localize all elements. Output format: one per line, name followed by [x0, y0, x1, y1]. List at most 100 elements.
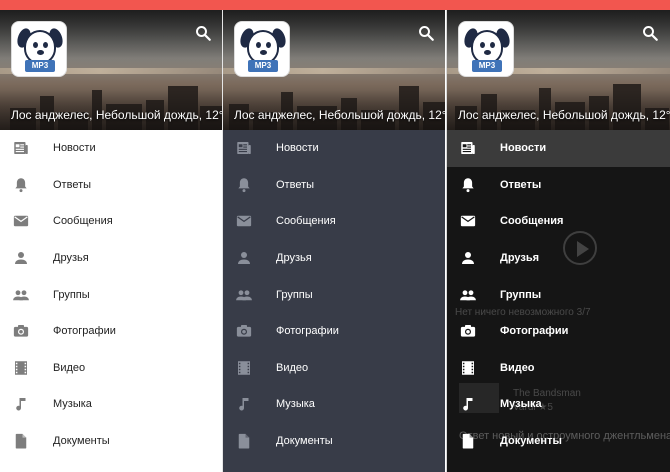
menu-item-label: Новости [53, 142, 96, 155]
menu-item-6[interactable]: Фотографии [447, 313, 670, 350]
music-note-icon [239, 398, 249, 411]
drawer-header: MP3 Лос анджелес, Небольшой дождь, 12°C [447, 10, 670, 130]
menu-item-7[interactable]: Видео [447, 350, 670, 387]
envelope-icon [460, 216, 476, 227]
menu-item-2[interactable]: Ответы [447, 167, 670, 204]
drawer-menu: Новости Ответы Сообщения Друзья Группы Фотогр… [0, 130, 222, 459]
menu-item-label: Музыка [276, 398, 315, 411]
menu-item-1[interactable]: Новости [223, 130, 445, 167]
menu-item-label: Документы [276, 435, 333, 448]
logo-badge: MP3 [472, 60, 502, 72]
newspaper-icon [14, 142, 28, 155]
drawer-header: MP3 Лос анджелес, Небольшой дождь, 12°C [0, 10, 222, 130]
camera-icon [13, 325, 29, 337]
menu-item-label: Группы [500, 288, 542, 301]
menu-item-label: Видео [276, 361, 309, 374]
menu-item-label: Фотографии [53, 325, 116, 338]
newspaper-icon [461, 142, 475, 155]
top-accent-strip [0, 0, 670, 10]
menu-item-5[interactable]: Группы [0, 276, 222, 313]
drawer-light-theme: MP3 Лос анджелес, Небольшой дождь, 12°C … [0, 10, 222, 472]
menu-item-2[interactable]: Ответы [0, 167, 222, 204]
person-icon [15, 252, 27, 265]
film-icon [462, 361, 474, 375]
menu-item-label: Новости [276, 142, 319, 155]
feed-track-sub: Vardi ★5 [513, 402, 553, 413]
menu-item-3[interactable]: Сообщения [223, 203, 445, 240]
menu-item-label: Видео [53, 361, 86, 374]
menu-item-label: Новости [500, 142, 547, 155]
feed-track-artist: The Bandsman [513, 388, 581, 399]
menu-item-3[interactable]: Сообщения [447, 203, 670, 240]
menu-item-label: Сообщения [276, 215, 336, 228]
drawer-header: MP3 Лос анджелес, Небольшой дождь, 12°C [223, 10, 445, 130]
bell-icon [15, 178, 27, 193]
menu-item-label: Друзья [53, 252, 89, 265]
menu-item-4[interactable]: Друзья [0, 240, 222, 277]
menu-item-label: Сообщения [500, 215, 564, 228]
menu-item-label: Группы [53, 288, 90, 301]
group-icon [13, 290, 29, 300]
feed-post-title: Нет ничего невозможного 3/7 [455, 307, 591, 318]
music-note-icon [16, 398, 26, 411]
group-icon [460, 290, 476, 300]
video-play-icon [563, 231, 597, 265]
drawer-menu: Новости Ответы Сообщения Друзья Группы Фотогр… [223, 130, 445, 459]
group-icon [236, 290, 252, 300]
app-logo[interactable]: MP3 [234, 21, 290, 77]
menu-item-label: Фотографии [500, 325, 569, 338]
film-icon [238, 361, 250, 375]
menu-item-8[interactable]: Музыка [223, 386, 445, 423]
menu-item-8[interactable]: Музыка [0, 386, 222, 423]
menu-item-4[interactable]: Друзья [447, 240, 670, 277]
menu-item-label: Видео [500, 361, 535, 374]
camera-icon [236, 325, 252, 337]
menu-item-9[interactable]: Документы [0, 423, 222, 460]
envelope-icon [236, 216, 252, 227]
logo-badge: MP3 [248, 60, 278, 72]
menu-item-label: Музыка [53, 398, 92, 411]
envelope-icon [13, 216, 29, 227]
newspaper-icon [237, 142, 251, 155]
menu-item-label: Фотографии [276, 325, 339, 338]
menu-item-6[interactable]: Фотографии [0, 313, 222, 350]
camera-icon [460, 325, 476, 337]
app-logo[interactable]: MP3 [11, 21, 67, 77]
drawer-dark-blue-theme: MP3 Лос анджелес, Небольшой дождь, 12°C … [223, 10, 445, 472]
weather-info: Лос анджелес, Небольшой дождь, 12°C [458, 108, 670, 122]
app-logo[interactable]: MP3 [458, 21, 514, 77]
person-icon [238, 252, 250, 265]
menu-item-4[interactable]: Друзья [223, 240, 445, 277]
menu-item-label: Ответы [276, 178, 315, 191]
weather-info: Лос анджелес, Небольшой дождь, 12°C [234, 108, 445, 122]
weather-info: Лос анджелес, Небольшой дождь, 12°C [11, 108, 222, 122]
menu-item-2[interactable]: Ответы [223, 167, 445, 204]
menu-item-label: Ответы [500, 178, 542, 191]
menu-item-5[interactable]: Группы [223, 276, 445, 313]
menu-item-7[interactable]: Видео [0, 350, 222, 387]
person-icon [462, 252, 474, 265]
menu-item-label: Ответы [53, 178, 92, 191]
menu-item-7[interactable]: Видео [223, 350, 445, 387]
bell-icon [462, 178, 474, 193]
menu-item-1[interactable]: Новости [0, 130, 222, 167]
document-icon [15, 433, 27, 449]
bell-icon [238, 178, 250, 193]
feed-post-caption: Ответ новый и остроумного джентльмена [459, 430, 670, 442]
menu-item-1[interactable]: Новости [447, 130, 670, 167]
menu-item-label: Документы [53, 435, 110, 448]
menu-item-label: Сообщения [53, 215, 113, 228]
menu-item-label: Друзья [500, 252, 540, 265]
search-icon[interactable] [417, 24, 435, 42]
logo-badge: MP3 [25, 60, 55, 72]
film-icon [15, 361, 27, 375]
document-icon [238, 433, 250, 449]
menu-item-6[interactable]: Фотографии [223, 313, 445, 350]
search-icon[interactable] [194, 24, 212, 42]
track-thumbnail [459, 383, 499, 413]
menu-item-label: Группы [276, 288, 313, 301]
menu-item-3[interactable]: Сообщения [0, 203, 222, 240]
menu-item-label: Друзья [276, 252, 312, 265]
search-icon[interactable] [641, 24, 659, 42]
menu-item-9[interactable]: Документы [223, 423, 445, 460]
